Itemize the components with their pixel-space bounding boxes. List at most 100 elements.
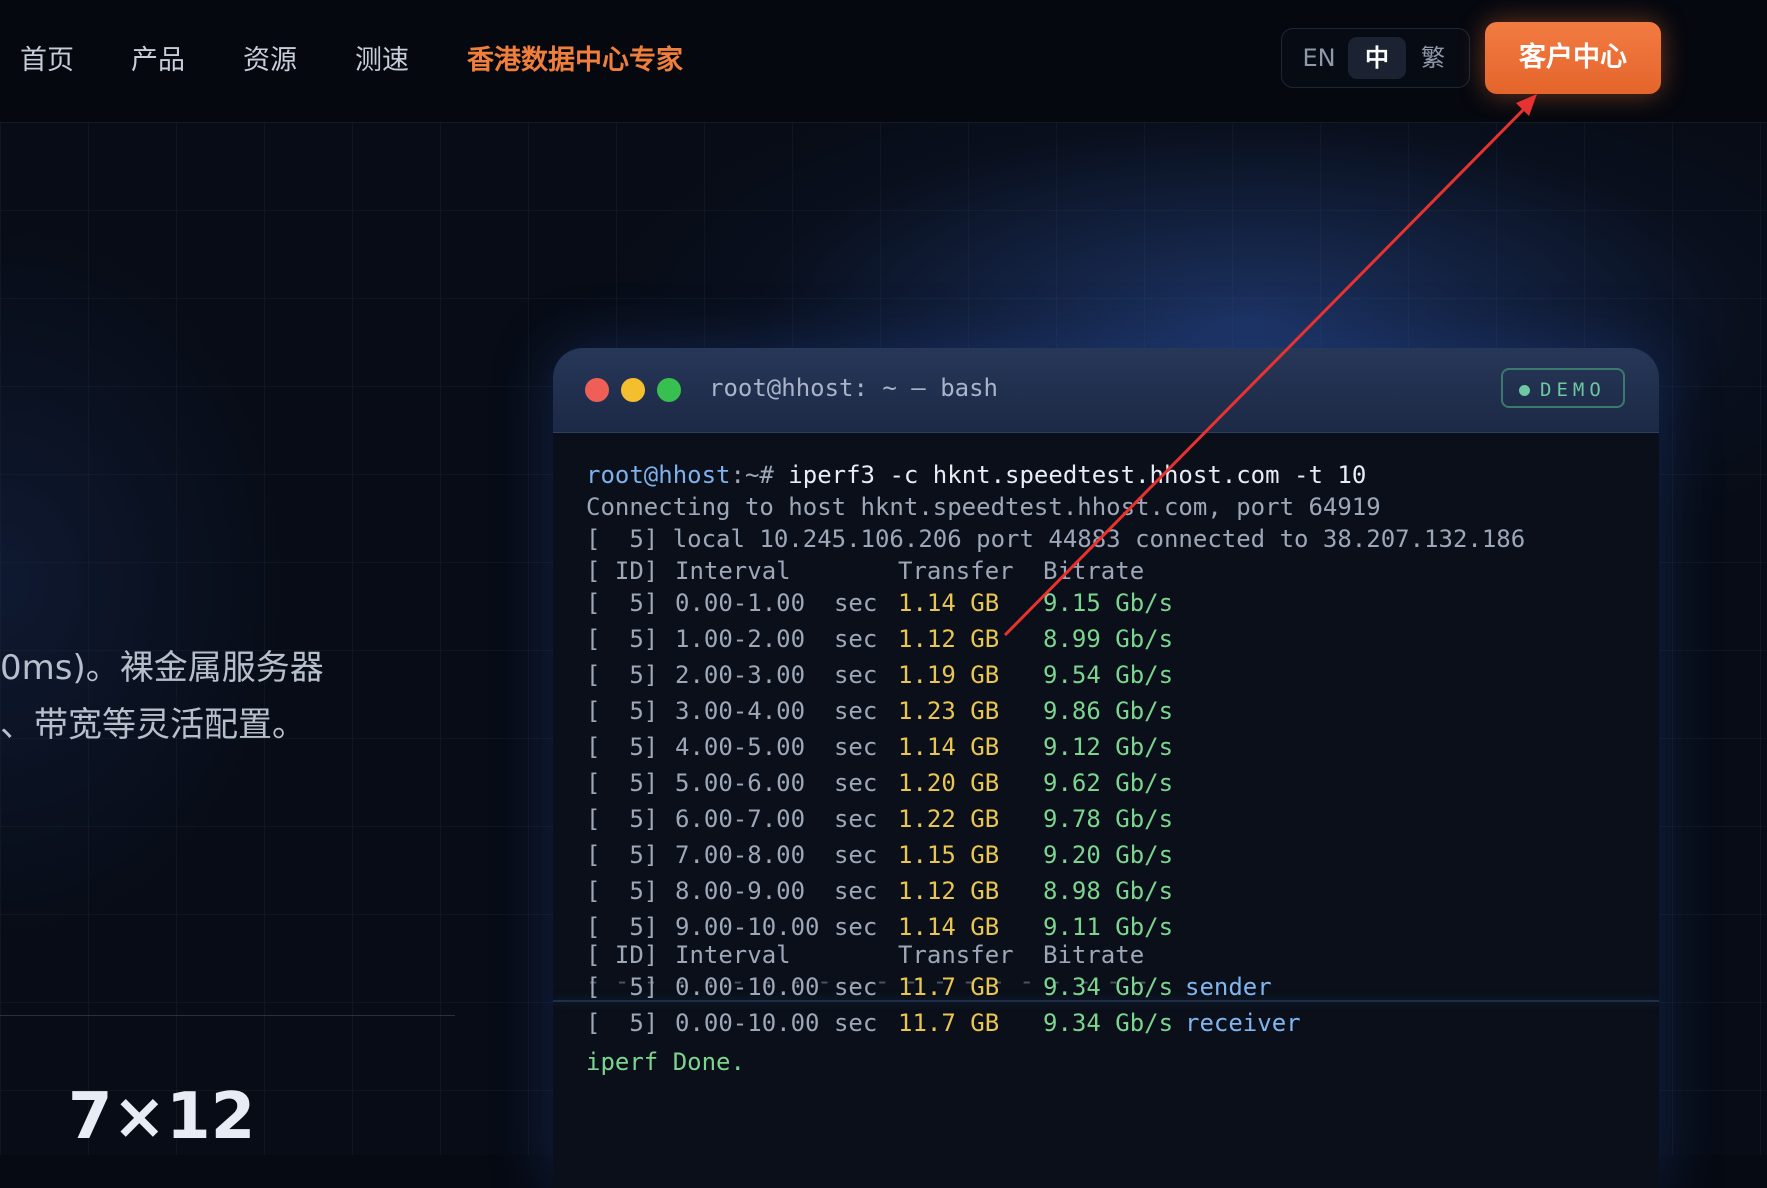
row-transfer: 1.23 GB [898,697,1000,725]
row-interval: 8.00-9.00 sec [675,877,878,905]
row-id: [ 5] [586,973,659,1001]
row-id: [ 5] [586,913,659,941]
row-bitrate: 9.34 Gb/s [1043,1009,1174,1037]
iperf-done-line: iperf Done. [586,1048,745,1076]
interval-row: [ 5] 7.00-8.00 sec 1.15 GB 9.20 Gb/s [586,841,1173,869]
row-interval: 7.00-8.00 sec [675,841,878,869]
row-interval: 0.00-10.00 sec [675,1009,878,1037]
col-interval: Interval [675,941,791,969]
row-interval: 0.00-10.00 sec [675,973,878,1001]
summary-row: [ 5] 0.00-10.00 sec 11.7 GB 9.34 Gb/s receiv… [586,1009,1301,1037]
top-navbar: 首页 产品 资源 测速 香港数据中心专家 EN 中 繁 客户中心 [0,0,1767,123]
row-id: [ 5] [586,877,659,905]
row-interval: 2.00-3.00 sec [675,661,878,689]
col-interval: Interval [675,557,791,585]
nav-resources[interactable]: 资源 [243,38,297,77]
interval-row: [ 5] 5.00-6.00 sec 1.20 GB 9.62 Gb/s [586,769,1173,797]
row-interval: 0.00-1.00 sec [675,589,878,617]
interval-row: [ 5] 2.00-3.00 sec 1.19 GB 9.54 Gb/s [586,661,1173,689]
prompt-suffix: :~# [730,461,789,489]
minimize-dot-icon [621,378,645,402]
interval-row: [ 5] 4.00-5.00 sec 1.14 GB 9.12 Gb/s [586,733,1173,761]
row-transfer: 1.19 GB [898,661,1000,689]
row-transfer: 1.22 GB [898,805,1000,833]
client-center-button[interactable]: 客户中心 [1485,22,1661,94]
row-interval: 6.00-7.00 sec [675,805,878,833]
col-id: [ ID] [586,557,659,585]
row-interval: 3.00-4.00 sec [675,697,878,725]
output-header: [ ID] Interval Transfer Bitrate [586,557,1144,585]
hero-description-line-1: 0ms)。裸金属服务器 [0,648,324,688]
interval-row: [ 5] 0.00-1.00 sec 1.14 GB 9.15 Gb/s [586,589,1173,617]
connecting-line: Connecting to host hknt.speedtest.hhost.… [586,493,1381,521]
nav-hk-datacenter[interactable]: 香港数据中心专家 [467,38,683,77]
terminal-output: root@hhost:~# iperf3 -c hknt.speedtest.h… [553,432,1659,1188]
row-transfer: 1.12 GB [898,877,1000,905]
row-bitrate: 9.86 Gb/s [1043,697,1174,725]
row-interval: 4.00-5.00 sec [675,733,878,761]
row-id: [ 5] [586,661,659,689]
row-transfer: 1.14 GB [898,733,1000,761]
row-transfer: 1.14 GB [898,589,1000,617]
row-id: [ 5] [586,841,659,869]
interval-row: [ 5] 3.00-4.00 sec 1.23 GB 9.86 Gb/s [586,697,1173,725]
command-line: root@hhost:~# iperf3 -c hknt.speedtest.h… [586,461,1366,489]
row-bitrate: 9.62 Gb/s [1043,769,1174,797]
row-transfer: 11.7 GB [898,973,1000,1001]
row-transfer: 1.20 GB [898,769,1000,797]
col-transfer: Transfer [898,941,1014,969]
row-bitrate: 8.99 Gb/s [1043,625,1174,653]
lang-zh-simplified[interactable]: 中 [1348,37,1406,79]
row-bitrate: 9.20 Gb/s [1043,841,1174,869]
summary-header: [ ID] Interval Transfer Bitrate [586,941,1144,969]
row-transfer: 11.7 GB [898,1009,1000,1037]
col-bitrate: Bitrate [1043,557,1145,585]
interval-row: [ 5] 6.00-7.00 sec 1.22 GB 9.78 Gb/s [586,805,1173,833]
demo-badge: DEMO [1501,368,1625,408]
row-bitrate: 9.78 Gb/s [1043,805,1174,833]
local-connection-line: [ 5] local 10.245.106.206 port 44883 con… [586,525,1526,553]
row-transfer: 1.14 GB [898,913,1000,941]
close-dot-icon [585,378,609,402]
col-transfer: Transfer [898,557,1014,585]
nav-products[interactable]: 产品 [131,38,185,77]
lang-en[interactable]: EN [1294,37,1344,79]
terminal-window: root@hhost: ~ — bash DEMO root@hhost:~# … [553,348,1659,1188]
hero-description-line-2: 、带宽等灵活配置。 [0,705,306,745]
row-transfer: 1.12 GB [898,625,1000,653]
row-interval: 5.00-6.00 sec [675,769,878,797]
row-bitrate: 9.12 Gb/s [1043,733,1174,761]
terminal-titlebar: root@hhost: ~ — bash DEMO [553,348,1659,433]
shell-command: iperf3 -c hknt.speedtest.hhost.com -t 10 [788,461,1367,489]
row-bitrate: 9.54 Gb/s [1043,661,1174,689]
row-interval: 9.00-10.00 sec [675,913,878,941]
summary-row: [ 5] 0.00-10.00 sec 11.7 GB 9.34 Gb/s sender [586,973,1272,1001]
support-stat-value: 7×12 [68,1080,256,1154]
maximize-dot-icon [657,378,681,402]
shell-prompt: root@hhost [586,461,731,489]
nav-speedtest[interactable]: 测速 [355,38,409,77]
row-interval: 1.00-2.00 sec [675,625,878,653]
lang-zh-traditional[interactable]: 繁 [1408,37,1458,79]
row-bitrate: 8.98 Gb/s [1043,877,1174,905]
row-role: receiver [1185,1009,1301,1037]
row-id: [ 5] [586,769,659,797]
row-id: [ 5] [586,1009,659,1037]
row-id: [ 5] [586,697,659,725]
terminal-title: root@hhost: ~ — bash [709,374,998,402]
col-bitrate: Bitrate [1043,941,1145,969]
row-bitrate: 9.15 Gb/s [1043,589,1174,617]
col-id: [ ID] [586,941,659,969]
demo-badge-label: DEMO [1540,379,1606,401]
nav-home[interactable]: 首页 [20,38,74,77]
row-id: [ 5] [586,805,659,833]
row-id: [ 5] [586,625,659,653]
row-bitrate: 9.11 Gb/s [1043,913,1174,941]
row-transfer: 1.15 GB [898,841,1000,869]
interval-row: [ 5] 9.00-10.00 sec 1.14 GB 9.11 Gb/s [586,913,1173,941]
row-id: [ 5] [586,733,659,761]
interval-row: [ 5] 1.00-2.00 sec 1.12 GB 8.99 Gb/s [586,625,1173,653]
row-id: [ 5] [586,589,659,617]
status-dot-icon [1519,385,1530,396]
row-bitrate: 9.34 Gb/s [1043,973,1174,1001]
